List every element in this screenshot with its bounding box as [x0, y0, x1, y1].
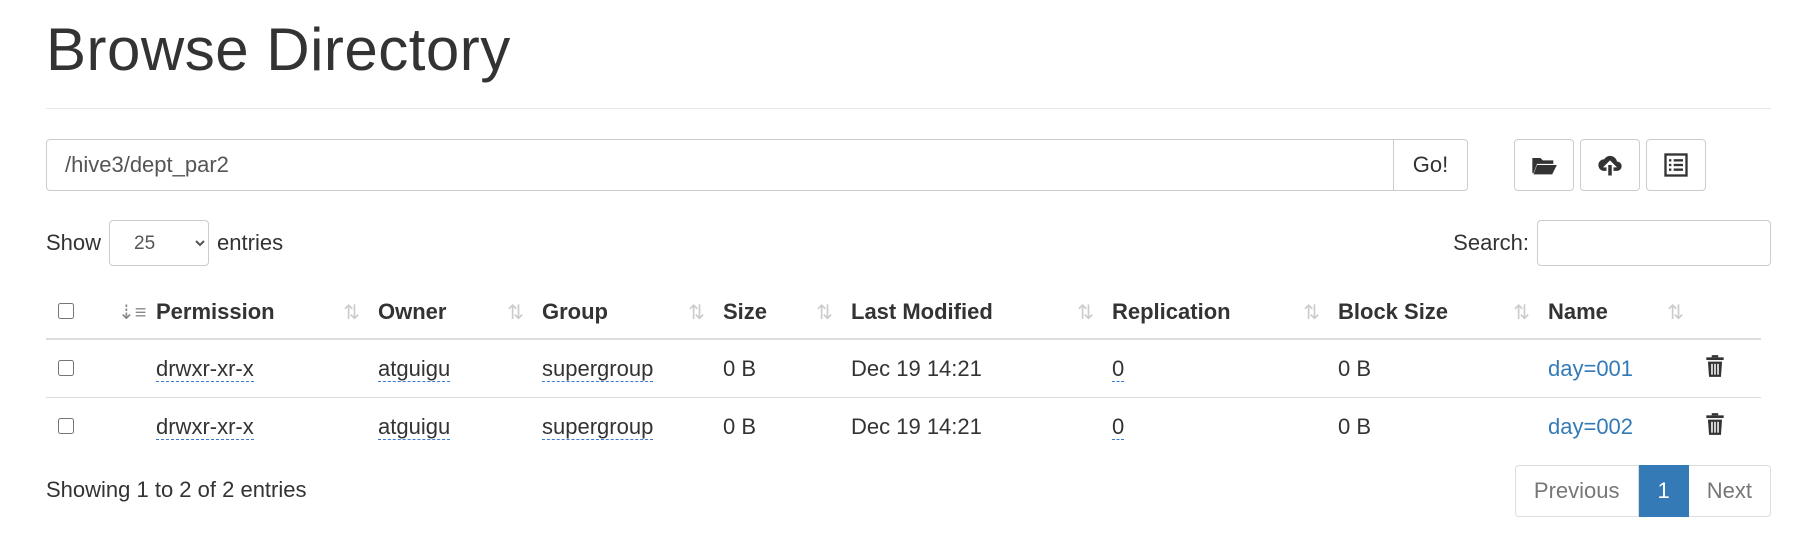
- sort-icon: ⇅: [343, 302, 360, 324]
- sort-icon: ⇅: [1077, 302, 1094, 324]
- row-checkbox[interactable]: [58, 417, 74, 434]
- col-block-size[interactable]: Block Size ⇅: [1338, 286, 1548, 340]
- page-1-button[interactable]: 1: [1638, 465, 1689, 517]
- modified-value: Dec 19 14:21: [851, 413, 982, 439]
- create-directory-button[interactable]: [1514, 139, 1574, 191]
- select-all-checkbox[interactable]: [58, 303, 74, 319]
- path-input[interactable]: [46, 139, 1394, 191]
- block-size-value: 0 B: [1338, 413, 1372, 439]
- table-row: drwxr-xr-x atguigu supergroup 0 B Dec 19…: [46, 339, 1761, 398]
- name-link[interactable]: day=001: [1548, 356, 1633, 381]
- search-label: Search:: [1453, 230, 1529, 255]
- sort-icon: ⇅: [1667, 302, 1684, 324]
- go-button[interactable]: Go!: [1394, 139, 1468, 191]
- col-last-modified[interactable]: Last Modified ⇅: [851, 286, 1112, 340]
- search-box: Search:: [1453, 220, 1771, 266]
- col-size[interactable]: Size ⇅: [723, 286, 851, 340]
- divider: [46, 108, 1771, 109]
- size-value: 0 B: [723, 413, 757, 439]
- owner-value[interactable]: atguigu: [378, 355, 451, 382]
- sort-asc-icon: ⇣≡: [118, 302, 147, 324]
- page-title: Browse Directory: [46, 16, 511, 83]
- sort-icon: ⇅: [816, 302, 833, 324]
- next-button[interactable]: Next: [1688, 465, 1771, 517]
- cut-paste-button[interactable]: [1646, 139, 1706, 191]
- col-permission[interactable]: Permission ⇅: [156, 286, 378, 340]
- show-label: Show: [46, 230, 102, 255]
- row-checkbox[interactable]: [58, 359, 74, 376]
- pagination: Previous 1 Next: [1514, 465, 1771, 517]
- trash-icon: [1706, 412, 1724, 435]
- name-link[interactable]: day=002: [1548, 414, 1633, 439]
- owner-value[interactable]: atguigu: [378, 413, 451, 440]
- actions-header: [1702, 286, 1761, 340]
- permission-value[interactable]: drwxr-xr-x: [156, 355, 254, 382]
- col-replication[interactable]: Replication ⇅: [1112, 286, 1338, 340]
- table-row: drwxr-xr-x atguigu supergroup 0 B Dec 19…: [46, 398, 1761, 456]
- select-all-cell: [46, 286, 106, 340]
- search-input[interactable]: [1537, 220, 1771, 266]
- permission-value[interactable]: drwxr-xr-x: [156, 413, 254, 440]
- entries-length: Show 25 entries: [46, 220, 283, 266]
- file-table: ⇣≡ Permission ⇅ Owner ⇅ Group ⇅ Size ⇅ Last …: [46, 286, 1761, 455]
- sort-icon: ⇅: [1303, 302, 1320, 324]
- modified-value: Dec 19 14:21: [851, 339, 1112, 398]
- upload-button[interactable]: [1580, 139, 1640, 191]
- replication-value[interactable]: 0: [1112, 413, 1125, 440]
- size-value: 0 B: [723, 339, 851, 398]
- delete-button[interactable]: [1702, 412, 1728, 442]
- list-icon: [1664, 153, 1688, 177]
- sort-default-header[interactable]: ⇣≡: [106, 286, 156, 340]
- group-value[interactable]: supergroup: [542, 355, 654, 382]
- table-header: ⇣≡ Permission ⇅ Owner ⇅ Group ⇅ Size ⇅ Last …: [46, 286, 1761, 340]
- entries-select[interactable]: 25: [109, 220, 210, 266]
- previous-button[interactable]: Previous: [1514, 465, 1639, 517]
- entries-label: entries: [217, 230, 284, 255]
- col-group[interactable]: Group ⇅: [542, 286, 723, 340]
- sort-icon: ⇅: [507, 302, 524, 324]
- block-size-value: 0 B: [1338, 339, 1548, 398]
- col-name[interactable]: Name ⇅: [1548, 286, 1702, 340]
- table-info: Showing 1 to 2 of 2 entries: [46, 477, 307, 502]
- delete-button[interactable]: [1702, 354, 1728, 384]
- cloud-upload-icon: [1598, 155, 1622, 176]
- folder-open-icon: [1532, 158, 1557, 175]
- path-bar: Go!: [46, 139, 1468, 191]
- group-value[interactable]: supergroup: [542, 413, 654, 440]
- replication-value[interactable]: 0: [1112, 355, 1125, 382]
- trash-icon: [1706, 354, 1724, 377]
- sort-icon: ⇅: [1513, 302, 1530, 324]
- col-owner[interactable]: Owner ⇅: [378, 286, 542, 340]
- sort-icon: ⇅: [688, 302, 705, 324]
